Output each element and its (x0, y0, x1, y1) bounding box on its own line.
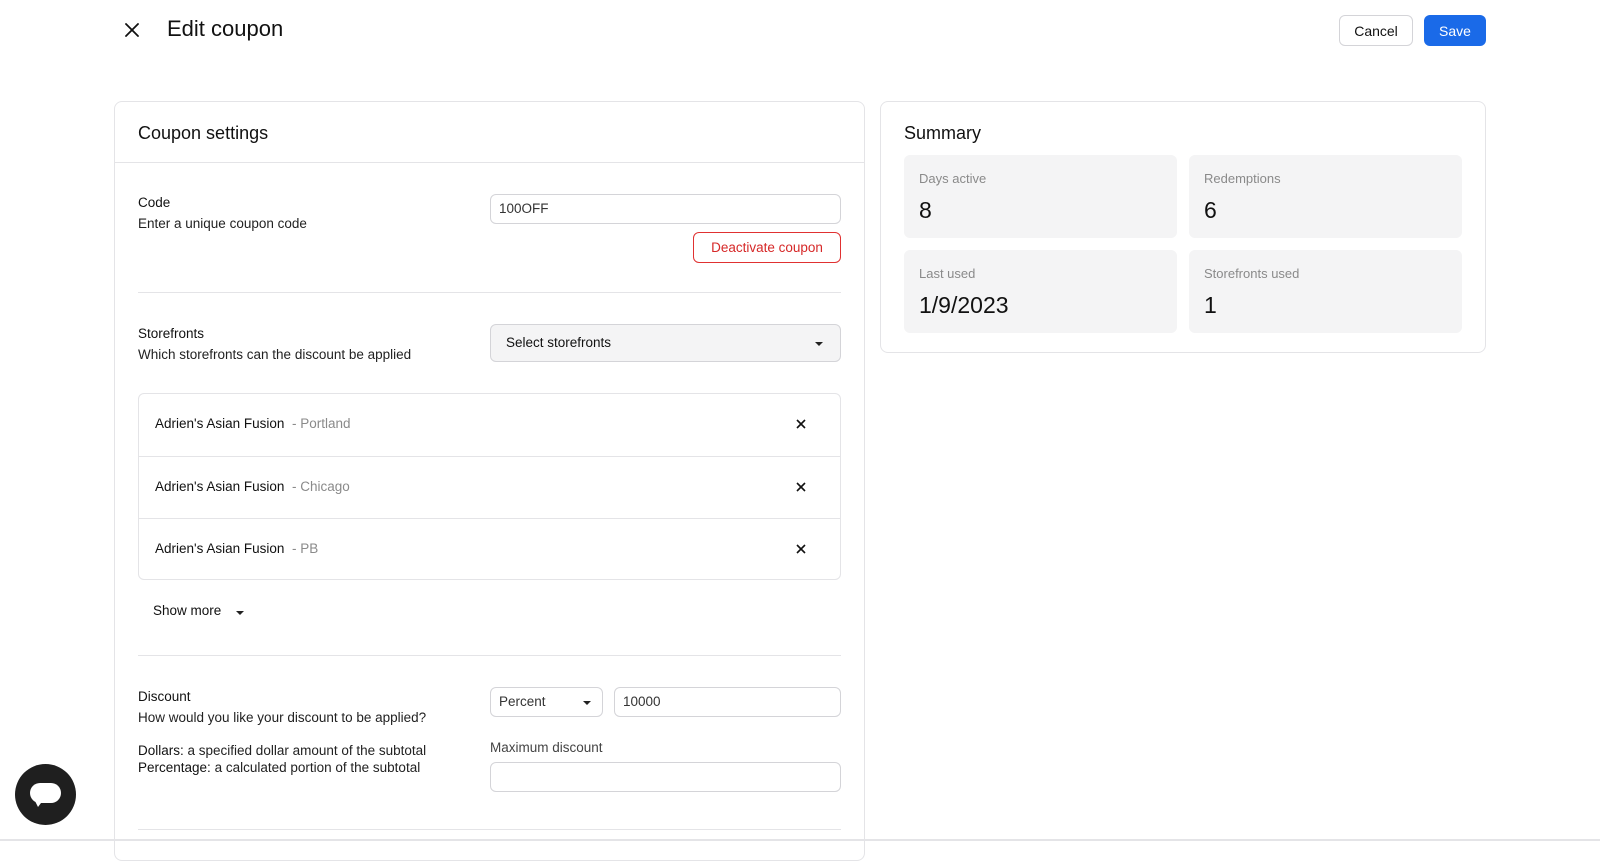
stat-days-active: Days active 8 (904, 155, 1177, 238)
divider (115, 162, 864, 163)
stat-label: Storefronts used (1204, 266, 1300, 281)
storefront-list: Adrien's Asian Fusion - Portland Adrien'… (138, 393, 841, 580)
stat-value: 1 (1204, 292, 1217, 318)
stat-value: 6 (1204, 197, 1217, 223)
discount-amount-input[interactable]: 10000 (614, 687, 841, 717)
storefronts-label: Storefronts (138, 326, 205, 341)
chevron-down-icon (815, 342, 823, 346)
storefront-name: Adrien's Asian Fusion (155, 416, 285, 431)
remove-storefront-icon[interactable] (794, 480, 808, 494)
discount-type-value: Percent (499, 694, 546, 709)
stat-value: 8 (919, 197, 932, 223)
summary-title: Summary (904, 123, 982, 143)
dollars-term: Dollars: (138, 743, 184, 758)
stat-label: Redemptions (1204, 171, 1281, 186)
discount-label: Discount (138, 689, 191, 704)
save-button[interactable]: Save (1424, 15, 1486, 46)
storefronts-select-label: Select storefronts (506, 335, 612, 350)
close-icon[interactable] (122, 20, 142, 40)
storefront-location: - Chicago (292, 479, 350, 494)
stat-label: Days active (919, 171, 987, 186)
show-more-label: Show more (153, 603, 222, 618)
storefront-name: Adrien's Asian Fusion (155, 479, 285, 494)
dollars-explanation: Dollars: a specified dollar amount of th… (138, 743, 426, 758)
stat-storefronts-used: Storefronts used 1 (1189, 250, 1462, 333)
divider (138, 655, 841, 656)
deactivate-coupon-button[interactable]: Deactivate coupon (693, 232, 841, 263)
code-label: Code (138, 195, 171, 210)
coupon-settings-title: Coupon settings (138, 123, 269, 143)
top-bar: Edit coupon Cancel Save (0, 0, 1600, 62)
stat-value: 1/9/2023 (919, 292, 1009, 318)
storefront-location: - Portland (292, 416, 351, 431)
maximum-discount-input[interactable] (490, 762, 841, 792)
chevron-down-icon (236, 611, 244, 615)
chat-button[interactable] (15, 764, 76, 825)
storefront-location: - PB (292, 541, 319, 556)
percentage-text: a calculated portion of the subtotal (210, 760, 421, 775)
storefronts-description: Which storefronts can the discount be ap… (138, 347, 412, 362)
divider (138, 829, 841, 830)
remove-storefront-icon[interactable] (794, 417, 808, 431)
summary-card: Summary Days active 8 Redemptions 6 Last… (880, 101, 1486, 353)
dollars-text: a specified dollar amount of the subtota… (183, 743, 427, 758)
storefronts-select[interactable]: Select storefronts (490, 324, 841, 362)
percentage-term: Percentage: (138, 760, 211, 775)
show-more-button[interactable]: Show more (153, 603, 244, 618)
code-description: Enter a unique coupon code (138, 216, 307, 231)
cancel-button[interactable]: Cancel (1339, 15, 1413, 46)
chevron-down-icon (583, 701, 591, 705)
stat-last-used: Last used 1/9/2023 (904, 250, 1177, 333)
code-input[interactable]: 100OFF (490, 194, 841, 224)
maximum-discount-label: Maximum discount (490, 740, 603, 755)
stat-label: Last used (919, 266, 976, 281)
page-title: Edit coupon (167, 16, 284, 41)
percentage-explanation: Percentage: a calculated portion of the … (138, 760, 420, 775)
list-item: Adrien's Asian Fusion - PB (139, 518, 840, 580)
list-item: Adrien's Asian Fusion - Portland (139, 394, 840, 456)
discount-description: How would you like your discount to be a… (138, 710, 427, 725)
list-item: Adrien's Asian Fusion - Chicago (139, 456, 840, 518)
remove-storefront-icon[interactable] (794, 542, 808, 556)
discount-type-select[interactable]: Percent (490, 687, 603, 717)
coupon-settings-card: Coupon settings Code Enter a unique coup… (114, 101, 865, 861)
storefront-name: Adrien's Asian Fusion (155, 541, 285, 556)
divider (138, 292, 841, 293)
stat-redemptions: Redemptions 6 (1189, 155, 1462, 238)
